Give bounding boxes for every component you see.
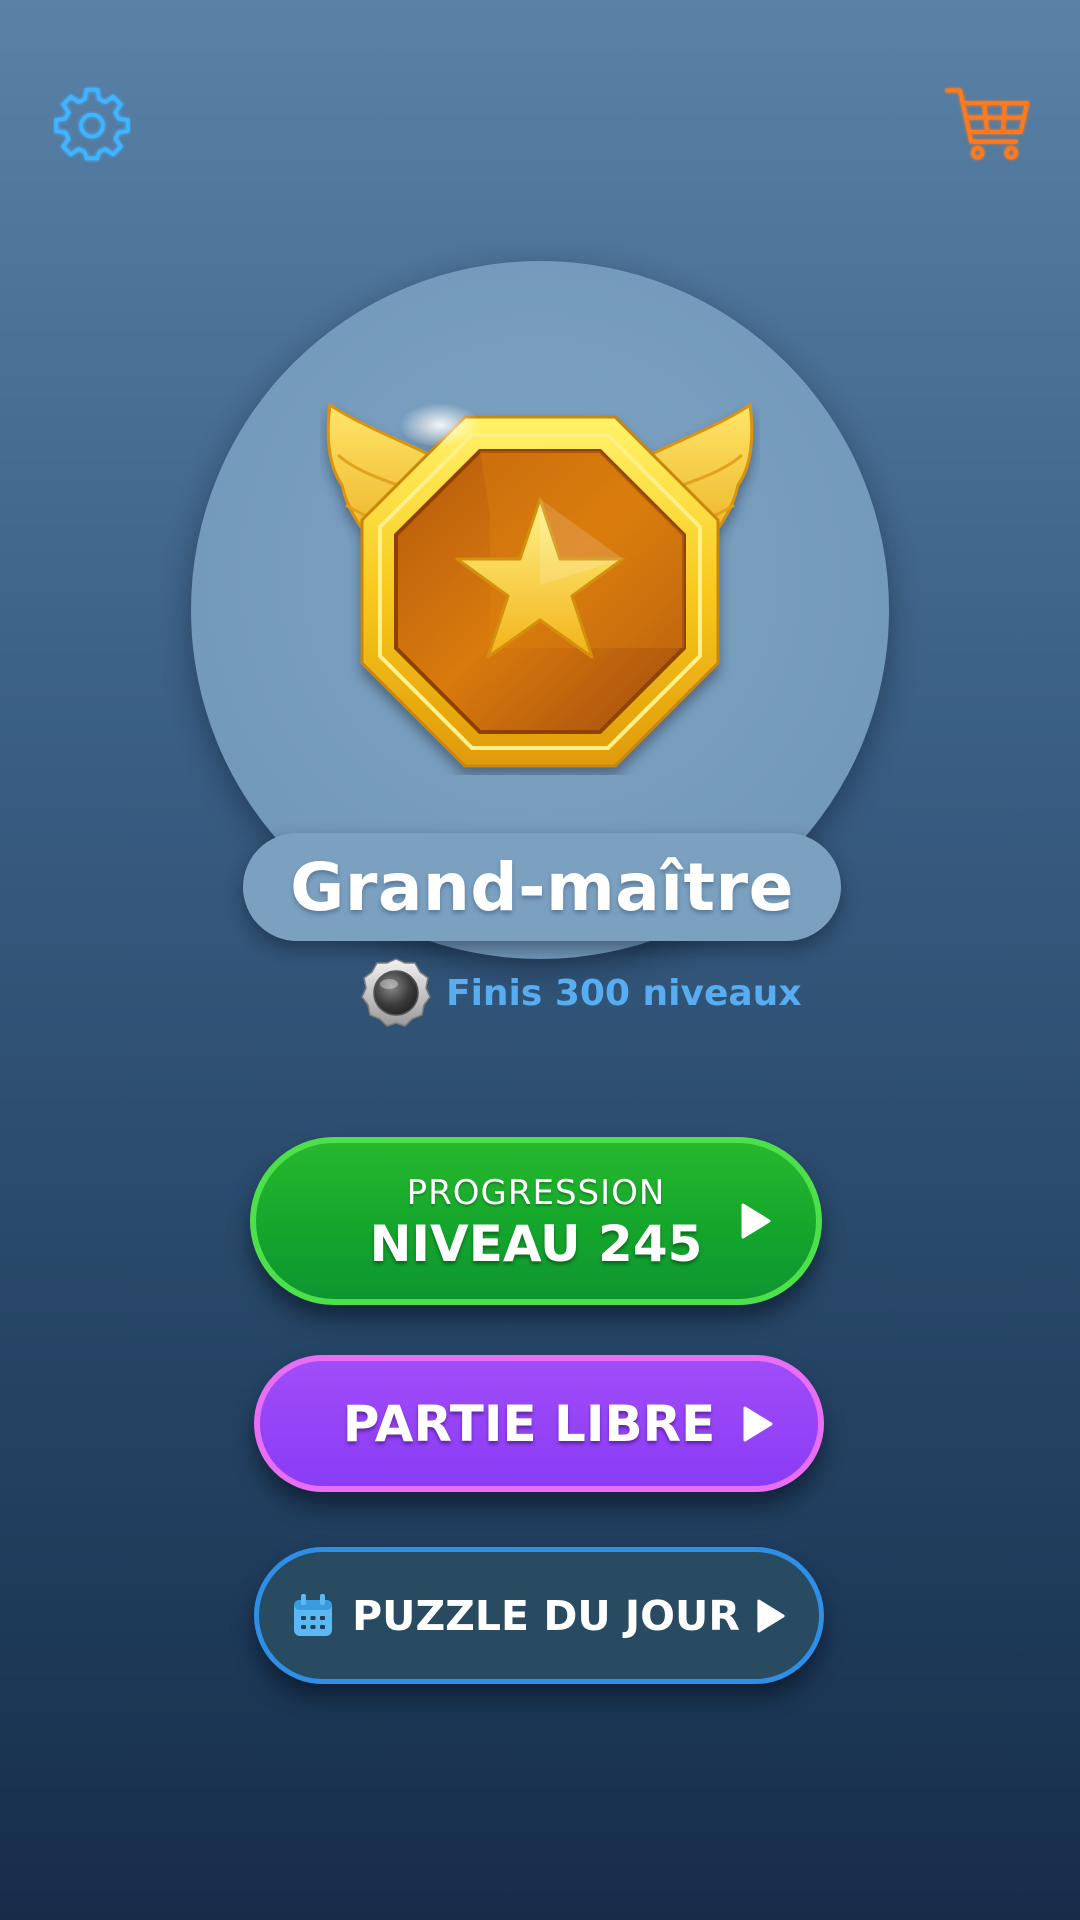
silver-medal-icon — [360, 957, 432, 1029]
rank-title: Grand-maître — [290, 848, 794, 926]
shopping-cart-icon — [944, 84, 1032, 164]
progression-label: PROGRESSION — [406, 1173, 666, 1213]
winged-star-badge — [320, 395, 760, 775]
requirement-text: Finis 300 niveaux — [446, 972, 802, 1014]
daily-puzzle-label: PUZZLE DU JOUR — [352, 1591, 740, 1640]
play-icon — [740, 1202, 772, 1240]
play-icon — [756, 1598, 786, 1634]
shop-button[interactable] — [944, 82, 1032, 166]
free-play-button[interactable]: PARTIE LIBRE — [254, 1355, 824, 1492]
calendar-icon — [292, 1593, 334, 1638]
daily-puzzle-button[interactable]: PUZZLE DU JOUR — [254, 1547, 824, 1684]
settings-button[interactable] — [50, 82, 134, 166]
free-play-label: PARTIE LIBRE — [342, 1394, 716, 1453]
next-rank-requirement: Finis 300 niveaux — [360, 957, 802, 1029]
rank-title-pill: Grand-maître — [243, 833, 841, 941]
play-icon — [742, 1405, 774, 1443]
progression-button[interactable]: PROGRESSION NIVEAU 245 — [250, 1137, 822, 1305]
gear-icon — [53, 85, 131, 163]
progression-level: NIVEAU 245 — [369, 1215, 703, 1273]
